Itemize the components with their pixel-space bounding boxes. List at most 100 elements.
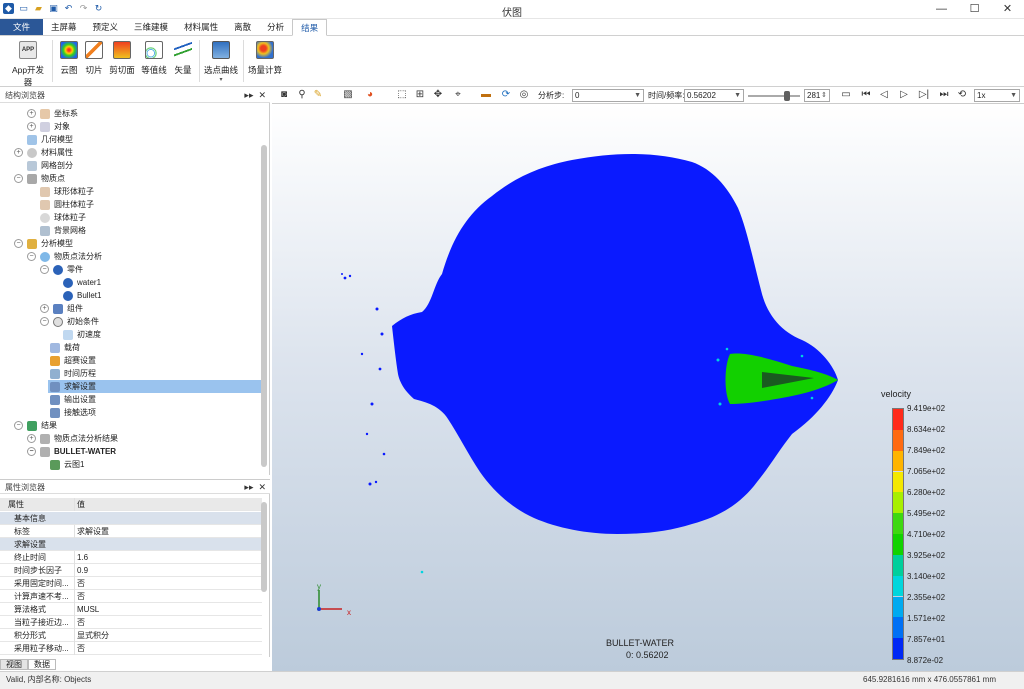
collapse-toggle[interactable]: − xyxy=(40,317,49,327)
property-row[interactable]: 时间步长因子 0.9 xyxy=(0,564,262,577)
tab-analysis[interactable]: 分析 xyxy=(259,19,292,35)
tree-item-material-points[interactable]: − 物质点 xyxy=(14,172,65,185)
record-icon[interactable]: ▭ xyxy=(840,89,852,101)
field-calc-button[interactable]: 场量计算 xyxy=(247,39,283,76)
collapse-toggle[interactable]: − xyxy=(27,252,36,262)
tab-data[interactable]: 数据 xyxy=(28,659,56,670)
tree-item-loads[interactable]: 载荷 xyxy=(50,341,80,354)
tree-item-objects[interactable]: + 对象 xyxy=(27,120,70,133)
maximize-button[interactable]: ☐ xyxy=(958,0,991,19)
render-mode-icon[interactable]: ▧ xyxy=(342,89,354,101)
collapse-toggle[interactable]: − xyxy=(27,447,36,457)
expand-toggle[interactable]: + xyxy=(27,109,36,119)
close-button[interactable]: ✕ xyxy=(991,0,1024,19)
expand-toggle[interactable]: + xyxy=(27,122,36,132)
minimize-button[interactable]: — xyxy=(925,0,958,19)
tree-item-bullet-water[interactable]: − BULLET-WATER xyxy=(27,445,116,458)
tree-scrollbar[interactable] xyxy=(261,145,267,467)
select-icon[interactable]: ⬚ xyxy=(396,89,408,101)
tree-item-initial-conditions[interactable]: − 初始条件 xyxy=(40,315,99,328)
app-dev-button[interactable]: APP App开发器 xyxy=(8,39,48,88)
time-select[interactable]: 0.56202 ▼ xyxy=(684,89,744,102)
tree-item-time-history[interactable]: 时间历程 xyxy=(50,367,96,380)
collapse-toggle[interactable]: − xyxy=(14,239,23,249)
tree-item-background-grid[interactable]: 背景网格 xyxy=(40,224,86,237)
tab-predefine[interactable]: 预定义 xyxy=(85,19,127,35)
slice-button[interactable]: 切片 xyxy=(84,39,104,76)
tab-view[interactable]: 视图 xyxy=(0,659,28,670)
expand-toggle[interactable]: + xyxy=(14,148,23,158)
collapse-toggle[interactable]: − xyxy=(14,421,23,431)
tree-item-sphere[interactable]: 球体粒子 xyxy=(40,211,86,224)
panel-controls[interactable]: ▸▸ ✕ xyxy=(244,88,266,103)
last-frame-icon[interactable]: ⏭ xyxy=(938,89,950,101)
property-row[interactable]: 终止时间 1.6 xyxy=(0,551,262,564)
first-frame-icon[interactable]: ⏮ xyxy=(860,89,872,101)
brush-icon[interactable]: ✎ xyxy=(312,89,324,101)
loop-icon[interactable]: ⟲ xyxy=(956,89,968,101)
property-row[interactable]: 积分形式 显式积分 xyxy=(0,629,262,642)
fit-view-icon[interactable]: ⊞ xyxy=(414,89,426,101)
property-row[interactable]: 采用固定时间... 否 xyxy=(0,577,262,590)
collapse-toggle[interactable]: − xyxy=(40,265,49,275)
property-row[interactable]: 算法格式 MUSL xyxy=(0,603,262,616)
collapse-toggle[interactable]: − xyxy=(14,174,23,184)
frame-stepper[interactable]: 281 ⇕ xyxy=(804,89,830,102)
slider-thumb[interactable] xyxy=(784,91,790,101)
tree-item-solver-settings[interactable]: 求解设置 xyxy=(48,380,261,393)
tree-item-mpm-results[interactable]: + 物质点法分析结果 xyxy=(27,432,118,445)
play-icon[interactable]: ▷ xyxy=(898,89,910,101)
panel-controls[interactable]: ▸▸ ✕ xyxy=(244,480,266,495)
tree-item-sphere-body[interactable]: 球形体粒子 xyxy=(40,185,94,198)
tree-item-assembly[interactable]: + 组件 xyxy=(40,302,83,315)
tree-item-material[interactable]: + 材料属性 xyxy=(14,146,73,159)
step-back-icon[interactable]: ◁ xyxy=(878,89,890,101)
axes-icon[interactable]: ⌖ xyxy=(452,89,464,101)
tab-file[interactable]: 文件 xyxy=(0,19,44,35)
tree-item-settings[interactable]: 超赛设置 xyxy=(50,354,96,367)
property-row[interactable]: 当粒子接近边... 否 xyxy=(0,616,262,629)
vector-button[interactable]: 矢量 xyxy=(172,39,194,76)
tree-item-analysis-model[interactable]: − 分析模型 xyxy=(14,237,73,250)
color-map-icon[interactable]: ◕ xyxy=(364,89,376,101)
clip-plane-button[interactable]: 剪切面 xyxy=(108,39,136,76)
rotate-icon[interactable]: ⟳ xyxy=(500,89,512,101)
camera-icon[interactable]: ◙ xyxy=(278,89,290,101)
property-scrollbar[interactable] xyxy=(261,502,267,592)
tab-material[interactable]: 材料属性 xyxy=(176,19,226,35)
isoline-button[interactable]: 等值线 xyxy=(140,39,168,76)
tree-item-output-settings[interactable]: 输出设置 xyxy=(50,393,96,406)
tree-item-contour1[interactable]: 云图1 xyxy=(50,458,84,471)
tree-item-water1[interactable]: water1 xyxy=(63,276,101,289)
ruler-icon[interactable]: ▬ xyxy=(480,89,492,101)
frame-slider[interactable] xyxy=(748,91,800,101)
speed-select[interactable]: 1x ▼ xyxy=(974,89,1020,102)
contour-button[interactable]: 云图 xyxy=(57,39,81,76)
sync-icon[interactable]: ◎ xyxy=(518,89,530,101)
expand-toggle[interactable]: + xyxy=(27,434,36,444)
tree-item-geometry[interactable]: 几何模型 xyxy=(27,133,73,146)
tab-discretize[interactable]: 离散 xyxy=(226,19,259,35)
tree-item-results[interactable]: − 结果 xyxy=(14,419,57,432)
tree-item-coordinate-system[interactable]: + 坐标系 xyxy=(27,107,78,120)
property-row[interactable]: 计算声速不考... 否 xyxy=(0,590,262,603)
tab-results[interactable]: 结果 xyxy=(292,19,328,36)
tree-item-meshing[interactable]: 网格剖分 xyxy=(27,159,73,172)
tab-3d-modeling[interactable]: 三维建模 xyxy=(126,19,176,35)
tree-item-cylinder[interactable]: 圆柱体粒子 xyxy=(40,198,94,211)
tree-item-initial-velocity[interactable]: 初速度 xyxy=(63,328,101,341)
property-section-solver[interactable]: 求解设置 xyxy=(0,538,262,551)
pick-curve-button[interactable]: 选点曲线 ▾ xyxy=(203,39,239,83)
pan-icon[interactable]: ✥ xyxy=(432,89,444,101)
tab-home[interactable]: 主屏幕 xyxy=(43,19,85,35)
3d-viewport[interactable]: y x BULLET-WATER 0: 0.56202 velocity 9.4… xyxy=(272,104,1024,671)
tree-item-mpm-analysis[interactable]: − 物质点法分析 xyxy=(27,250,102,263)
step-forward-icon[interactable]: ▷| xyxy=(918,89,930,101)
zoom-icon[interactable]: ⚲ xyxy=(296,89,308,101)
expand-toggle[interactable]: + xyxy=(40,304,49,314)
tree-item-contact[interactable]: 接触选项 xyxy=(50,406,96,419)
property-section-basic[interactable]: 基本信息 xyxy=(0,512,262,525)
property-row[interactable]: 采用粒子移动... 否 xyxy=(0,642,262,655)
step-select[interactable]: 0 ▼ xyxy=(572,89,644,102)
tree-item-parts[interactable]: − 零件 xyxy=(40,263,83,276)
